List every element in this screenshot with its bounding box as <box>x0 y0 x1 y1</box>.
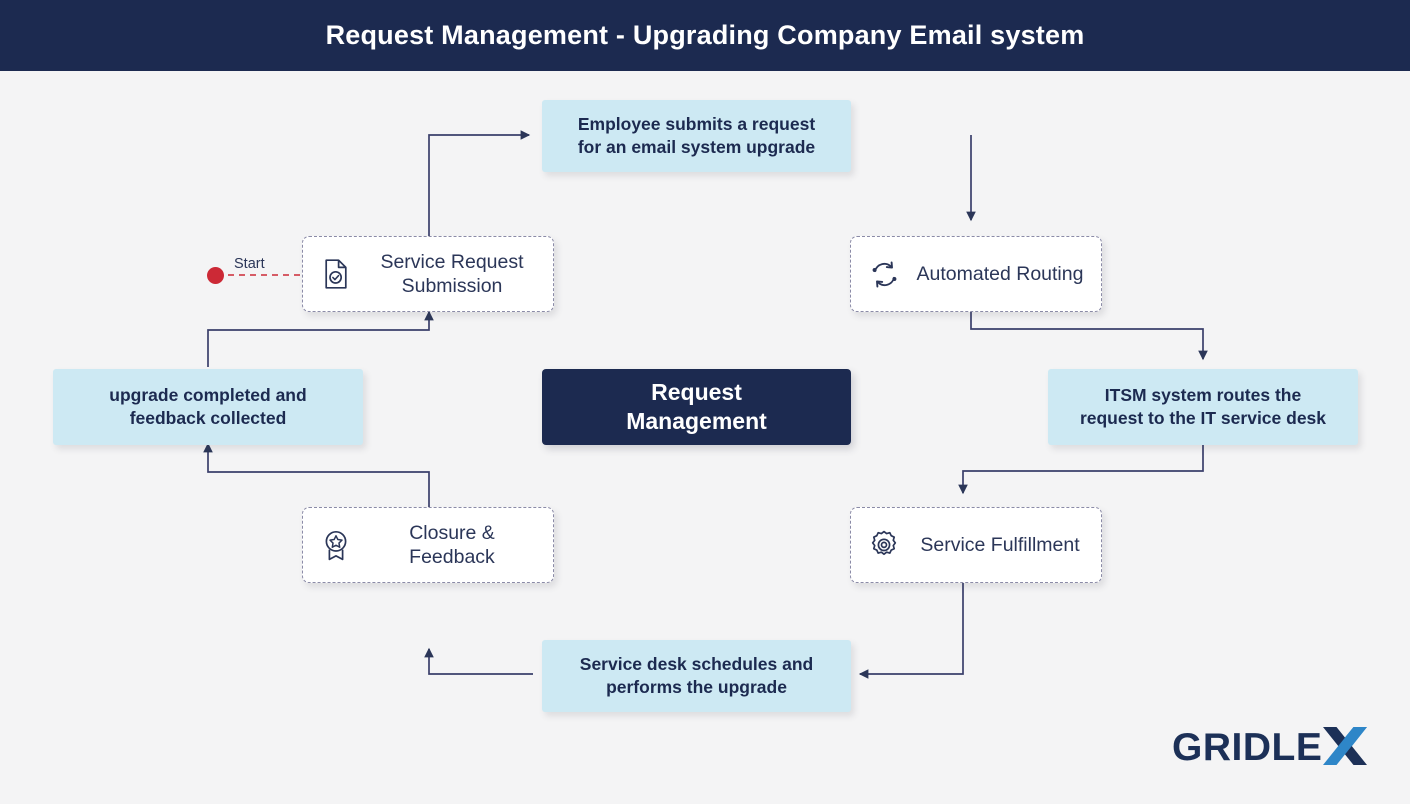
node-label: Service Fulfillment <box>920 533 1080 556</box>
node-label-line2: for an email system upgrade <box>577 137 816 157</box>
hub-label: Request Management <box>626 378 767 437</box>
logo-wordmark: GRIDLE <box>1172 726 1368 767</box>
node-service-request-submission[interactable]: Service Request Submission <box>302 236 554 312</box>
node-label-line1: Service desk schedules and <box>579 653 814 674</box>
node-label: Service Request Submission <box>365 250 553 299</box>
hub-label-line1: Request <box>651 378 742 405</box>
node-request-management-hub[interactable]: Request Management <box>542 369 851 445</box>
node-label-line1: Service Request <box>380 250 524 273</box>
node-label-line2: feedback collected <box>129 408 287 428</box>
node-label: Automated Routing <box>916 262 1084 285</box>
node-label-line1: Employee submits a request <box>577 113 816 134</box>
gridlex-logo: GRIDLE <box>1172 726 1368 767</box>
node-service-fulfillment[interactable]: Service Fulfillment <box>850 507 1102 583</box>
node-label-line1: ITSM system routes the <box>1104 384 1302 405</box>
wire-fulfillment-to-servicedesk <box>858 570 964 679</box>
document-check-icon <box>321 258 351 290</box>
gear-icon <box>869 529 899 561</box>
node-automated-routing[interactable]: Automated Routing <box>850 236 1102 312</box>
wire-upgradecompleted-to-submission <box>207 310 434 367</box>
node-label: Employee submits a request for an email … <box>566 113 827 159</box>
diagram-canvas: Start Service Request Submission Automat… <box>0 71 1410 804</box>
page-header: Request Management - Upgrading Company E… <box>0 0 1410 71</box>
hub-label-line2: Management <box>626 408 767 434</box>
node-label: Closure & Feedback <box>409 521 495 568</box>
start-marker-dot <box>207 267 224 284</box>
logo-x-glyph <box>1322 726 1368 767</box>
node-label-line2: Submission <box>401 275 503 297</box>
node-employee-submits-request[interactable]: Employee submits a request for an email … <box>542 100 851 172</box>
node-upgrade-completed-feedback[interactable]: upgrade completed and feedback collected <box>53 369 363 445</box>
logo-text-main: GRIDLE <box>1172 726 1323 769</box>
node-service-desk-performs-upgrade[interactable]: Service desk schedules and performs the … <box>542 640 851 712</box>
node-label-line1: upgrade completed and <box>109 384 307 405</box>
award-badge-icon <box>321 529 351 561</box>
page-title: Request Management - Upgrading Company E… <box>325 20 1085 50</box>
sync-refresh-icon <box>869 258 899 290</box>
node-itsm-routes-request[interactable]: ITSM system routes the request to the IT… <box>1048 369 1358 445</box>
node-label-line2: performs the upgrade <box>606 677 787 697</box>
node-label: Service desk schedules and performs the … <box>568 653 825 699</box>
node-label-line2: request to the IT service desk <box>1079 408 1327 428</box>
wire-servicedesk-to-closure <box>424 647 533 675</box>
node-closure-and-feedback[interactable]: Closure & Feedback <box>302 507 554 583</box>
node-label: upgrade completed and feedback collected <box>97 384 318 430</box>
start-marker-label: Start <box>234 256 265 272</box>
node-label: ITSM system routes the request to the IT… <box>1068 384 1338 430</box>
